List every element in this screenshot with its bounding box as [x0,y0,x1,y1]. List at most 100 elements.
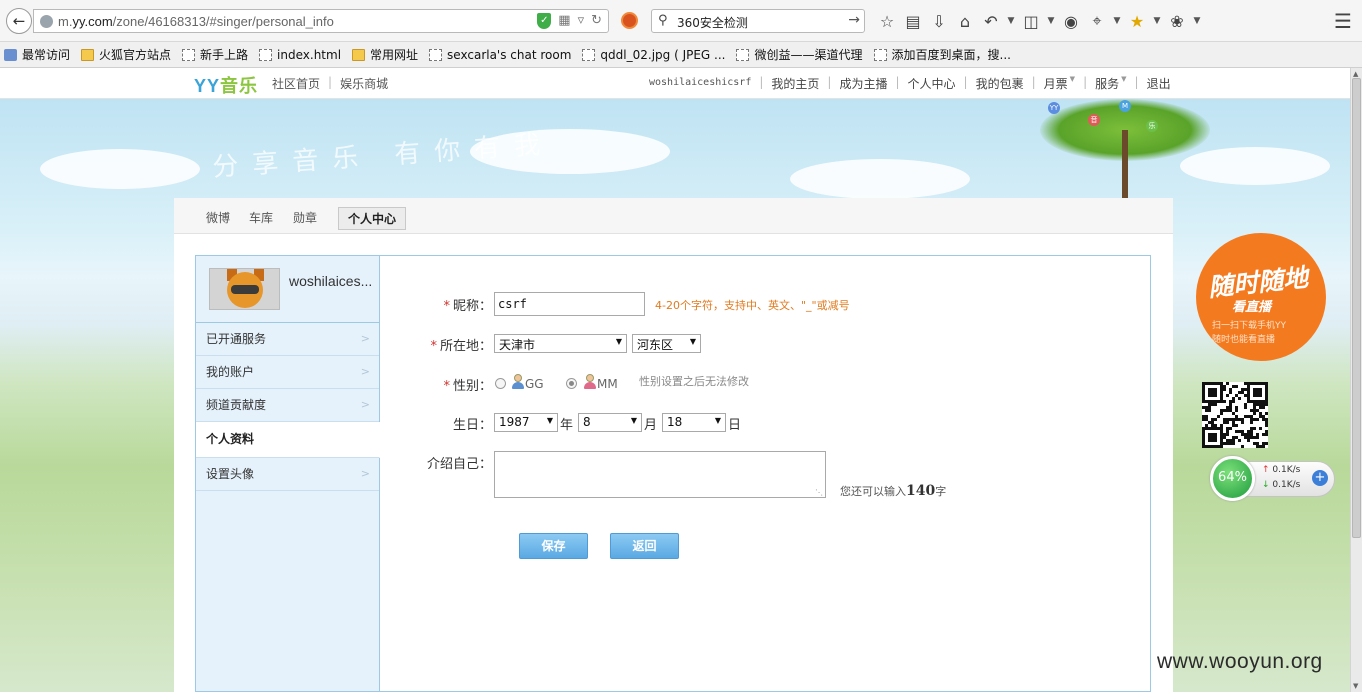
nickname-input[interactable]: csrf [494,292,645,316]
nav-personal-center[interactable]: 个人中心 [908,75,956,92]
gender-gg-radio[interactable] [495,378,506,389]
avatar-mask [231,285,259,294]
bookmark-item[interactable]: 常用网址 [352,46,418,63]
avatar[interactable] [209,268,280,310]
extension-menu-icon[interactable]: ▼ [1190,8,1204,34]
sidebar-item-contribution[interactable]: 频道贡献度 > [196,389,379,422]
page-scrollbar[interactable]: ▲ ▼ [1350,68,1362,692]
url-text[interactable]: m.yy.com/zone/46168313/#singer/personal_… [58,14,334,29]
resize-grip-icon[interactable]: ⋱ [815,488,823,497]
tree-trunk-decoration [1122,130,1128,202]
site-identity-icon[interactable] [40,15,53,28]
home-icon[interactable]: ⌂ [952,8,978,34]
bookmark-item[interactable]: qddl_02.jpg ( JPEG ... [582,48,725,62]
hamburger-menu-icon[interactable]: ☰ [1330,8,1356,34]
nav-monthly-ticket[interactable]: 月票 ▼ [1044,75,1075,92]
security-shield-icon[interactable]: ✓ [537,13,552,29]
intro-textarea[interactable]: ⋱ [494,451,826,498]
crop-menu-icon[interactable]: ▼ [1110,8,1124,34]
birth-month-select[interactable]: 8 ▼ [578,413,642,432]
qr-module [1241,445,1244,448]
back-button-form[interactable]: 返回 [610,533,679,559]
gender-gg-label[interactable]: GG [525,377,544,391]
tab-personal-center[interactable]: 个人中心 [338,207,407,230]
search-go-icon[interactable]: → [848,12,860,28]
qr-code-icon[interactable]: ▦ [558,13,570,29]
nickname-row: * 昵称： csrf 4-20个字符，支持中、英文、"_"或减号 [380,292,1151,316]
bookmark-item[interactable]: sexcarla's chat room [429,48,571,62]
mobile-app-promo[interactable]: 随时随地 看直播 扫一扫下载手机YY 随时也能看直播 [1188,233,1328,363]
save-button[interactable]: 保存 [519,533,588,559]
back-button[interactable]: ← [6,8,32,34]
reading-list-icon[interactable]: ▤ [900,8,926,34]
dropdown-arrow-icon[interactable]: ▿ [578,13,585,29]
gender-mm-label[interactable]: MM [597,377,618,391]
bookmark-item[interactable]: index.html [259,48,341,62]
search-bar[interactable]: ⚲ 360安全检测 → [651,9,865,33]
bookmark-item[interactable]: 最常访问 [4,46,70,63]
undo-icon[interactable]: ↶ [978,8,1004,34]
promo-desc: 扫一扫下载手机YY 随时也能看直播 [1212,319,1286,347]
undo-menu-icon[interactable]: ▼ [1004,8,1018,34]
tab-medals[interactable]: 勋章 [293,209,317,226]
scroll-down-icon[interactable]: ▼ [1353,682,1358,690]
bookmark-label: 常用网址 [370,48,419,62]
nav-service[interactable]: 服务 ▼ [1095,75,1126,92]
required-asterisk: * [443,379,450,394]
chat-bubble-icon[interactable]: ◉ [1058,8,1084,34]
nav-username[interactable]: woshilaiceshicsrf [649,75,751,92]
sidebar-item-profile[interactable]: 个人资料 [196,422,380,458]
personal-info-form: * 昵称： csrf 4-20个字符，支持中、英文、"_"或减号 * 所在地： 天津… [380,255,1151,692]
tab-garage[interactable]: 车库 [249,209,273,226]
share-icon[interactable]: ◫ [1018,8,1044,34]
scroll-up-icon[interactable]: ▲ [1353,70,1358,78]
share-menu-icon[interactable]: ▼ [1044,8,1058,34]
nav-become-host[interactable]: 成为主播 [839,75,887,92]
location-label-text: 所在地： [439,339,492,354]
reload-icon[interactable]: ↻ [591,13,602,29]
page-icon [736,48,750,61]
yy-music-logo[interactable]: YY音乐 [194,72,258,98]
bookmark-item[interactable]: 火狐官方站点 [81,46,171,63]
address-bar[interactable]: m.yy.com/zone/46168313/#singer/personal_… [33,9,609,33]
download-arrow-icon: ↓ [1262,480,1270,490]
qr-module [1226,433,1229,436]
search-icon: ⚲ [658,13,668,28]
city-select[interactable]: 天津市 ▼ [494,334,627,353]
bookmark-item[interactable]: 添加百度到桌面，搜... [873,46,1011,63]
birth-day-select[interactable]: 18 ▼ [662,413,726,432]
sidebar-username: woshilaices... [289,273,373,289]
folder-icon [81,48,95,61]
addon-star-icon[interactable]: ★ [1124,8,1150,34]
nav-service-label: 服务 [1095,77,1120,91]
nav-community-home[interactable]: 社区首页 [272,75,320,92]
nav-entertainment-mall[interactable]: 娱乐商城 [340,75,388,92]
nav-divider: | [963,75,968,89]
nav-divider: | [759,75,764,89]
district-select[interactable]: 河东区 ▼ [632,334,701,353]
sidebar-item-account[interactable]: 我的账户 > [196,356,379,389]
download-icon[interactable]: ⇩ [926,8,952,34]
chevron-right-icon: > [360,365,370,378]
speed-plus-icon[interactable]: + [1312,470,1328,486]
nav-logout[interactable]: 退出 [1147,75,1171,92]
nav-my-package[interactable]: 我的包裹 [976,75,1024,92]
birth-year-select[interactable]: 1987 ▼ [494,413,558,432]
qr-module [1265,442,1268,445]
gender-mm-radio[interactable] [566,378,577,389]
extension-icon[interactable]: ❀ [1164,8,1190,34]
sidebar-item-avatar[interactable]: 设置头像 > [196,458,379,491]
bookmark-star-icon[interactable]: ☆ [874,8,900,34]
nav-my-homepage[interactable]: 我的主页 [771,75,819,92]
sidebar-item-services[interactable]: 已开通服务 > [196,323,379,356]
noscript-icon[interactable] [621,12,638,29]
crop-icon[interactable]: ⌖ [1084,8,1110,34]
tab-weibo[interactable]: 微博 [206,209,230,226]
scrollbar-thumb[interactable] [1352,78,1361,538]
bookmark-item[interactable]: 微创益——渠道代理 [736,46,863,63]
cloud-decoration [40,149,200,189]
addon-menu-icon[interactable]: ▼ [1150,8,1164,34]
bookmark-item[interactable]: 新手上路 [182,46,248,63]
network-speed-widget[interactable]: 64% ↑ 0.1K/s ↓ 0.1K/s + [1208,456,1336,501]
memory-usage-ball[interactable]: 64% [1210,456,1255,501]
